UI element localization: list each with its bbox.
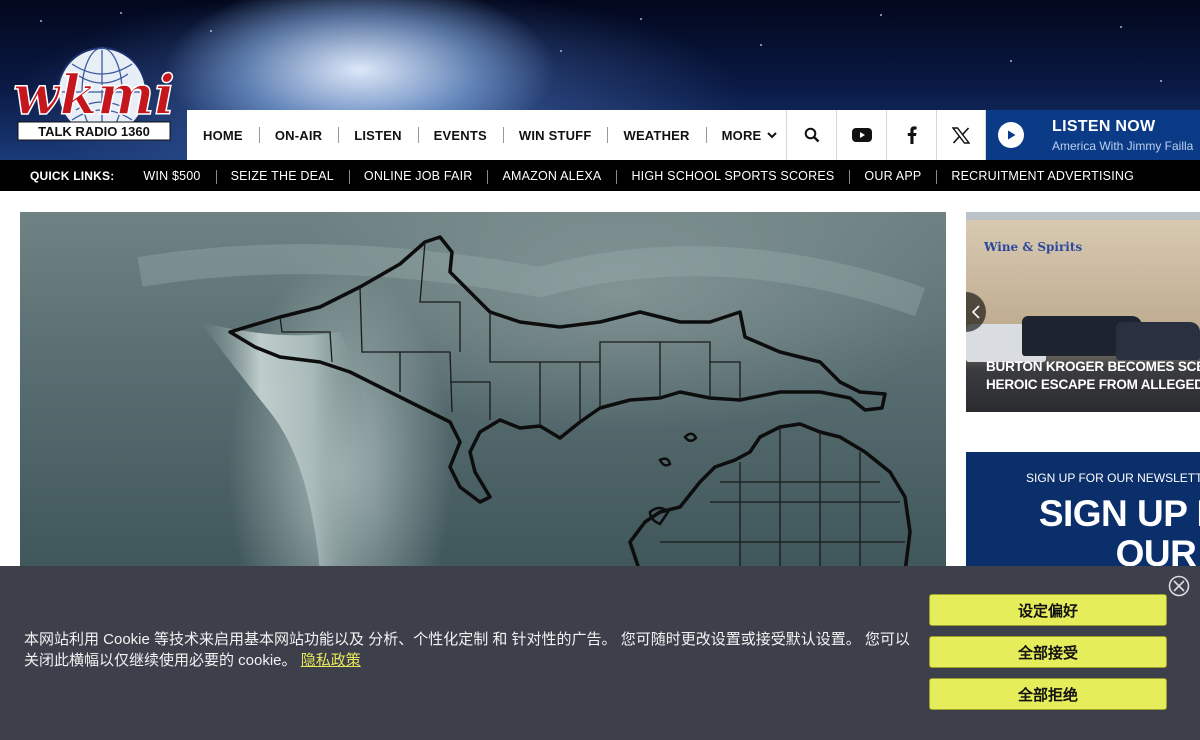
- side-story-card[interactable]: Wine & Spirits BURTON KROGER BECOMES SCE…: [966, 212, 1200, 412]
- chevron-down-icon: [767, 132, 778, 139]
- station-logo[interactable]: wkmi TALK RADIO 1360: [12, 44, 176, 148]
- privacy-policy-link[interactable]: 隐私政策: [301, 652, 361, 669]
- nav-listen[interactable]: LISTEN: [338, 110, 417, 160]
- nav-events[interactable]: EVENTS: [417, 110, 503, 160]
- quick-link-win-500[interactable]: WIN $500: [128, 169, 215, 183]
- newsletter-promo[interactable]: SIGN UP FOR OUR NEWSLETTER SIGN UP FOR O…: [966, 452, 1200, 572]
- newsletter-headline-line-1: SIGN UP FOR: [1038, 493, 1200, 534]
- nav-weather[interactable]: WEATHER: [607, 110, 705, 160]
- cookie-message-text: 本网站利用 Cookie 等技术来启用基本网站功能以及 分析、个性化定制 和 针…: [24, 631, 910, 669]
- nav-more-label: MORE: [721, 127, 762, 143]
- youtube-button[interactable]: [836, 110, 886, 160]
- quick-link-our-app[interactable]: OUR APP: [849, 169, 936, 184]
- close-icon: [1168, 575, 1190, 597]
- listen-now-show: America With Jimmy Failla: [1052, 138, 1194, 153]
- cookie-message: 本网站利用 Cookie 等技术来启用基本网站功能以及 分析、个性化定制 和 针…: [24, 629, 914, 671]
- quick-links-label: QUICK LINKS:: [30, 168, 115, 183]
- play-icon: [998, 122, 1024, 148]
- store-sign: Wine & Spirits: [984, 240, 1083, 254]
- quick-link-high-school-sports-scores[interactable]: HIGH SCHOOL SPORTS SCORES: [616, 169, 849, 184]
- x-button[interactable]: [936, 110, 986, 160]
- side-story-caption: BURTON KROGER BECOMES SCENE HEROIC ESCAP…: [986, 358, 1200, 394]
- search-button[interactable]: [786, 110, 836, 160]
- reject-all-button[interactable]: 全部拒绝: [929, 678, 1167, 710]
- x-icon: [952, 126, 970, 144]
- quick-link-amazon-alexa[interactable]: AMAZON ALEXA: [487, 169, 616, 184]
- close-banner-button[interactable]: [1168, 575, 1190, 597]
- set-preferences-button[interactable]: 设定偏好: [929, 594, 1167, 626]
- side-story-caption-line-2: HEROIC ESCAPE FROM ALLEGED...: [986, 377, 1200, 392]
- side-story-caption-line-1: BURTON KROGER BECOMES SCENE: [986, 359, 1200, 374]
- newsletter-kicker: SIGN UP FOR OUR NEWSLETTER: [1026, 471, 1200, 485]
- hero-image[interactable]: [20, 212, 946, 572]
- nav-home[interactable]: HOME: [187, 110, 259, 160]
- logo-subtitle: TALK RADIO 1360: [38, 124, 150, 139]
- nav-on-air[interactable]: ON-AIR: [258, 110, 338, 160]
- nav-more[interactable]: MORE: [705, 110, 794, 160]
- cookie-banner: 本网站利用 Cookie 等技术来启用基本网站功能以及 分析、个性化定制 和 针…: [0, 566, 1200, 740]
- youtube-icon: [851, 128, 872, 142]
- quick-link-seize-the-deal[interactable]: SEIZE THE DEAL: [215, 169, 349, 184]
- nav-win-stuff[interactable]: WIN STUFF: [502, 110, 608, 160]
- quick-link-online-job-fair[interactable]: ONLINE JOB FAIR: [348, 169, 488, 184]
- chevron-left-icon: [972, 305, 980, 319]
- logo-wordmark: wkmi: [14, 63, 174, 127]
- facebook-button[interactable]: [886, 110, 936, 160]
- quick-links-bar: QUICK LINKS: WIN $500 SEIZE THE DEAL ONL…: [0, 160, 1200, 191]
- facebook-icon: [907, 126, 917, 144]
- quick-link-recruitment-advertising[interactable]: RECRUITMENT ADVERTISING: [936, 169, 1149, 184]
- search-icon: [804, 127, 819, 143]
- accept-all-button[interactable]: 全部接受: [929, 636, 1167, 668]
- listen-now-button[interactable]: LISTEN NOW America With Jimmy Failla: [986, 110, 1200, 160]
- listen-now-title: LISTEN NOW: [1052, 117, 1156, 135]
- newsletter-headline: SIGN UP FOR OUR: [1006, 493, 1200, 573]
